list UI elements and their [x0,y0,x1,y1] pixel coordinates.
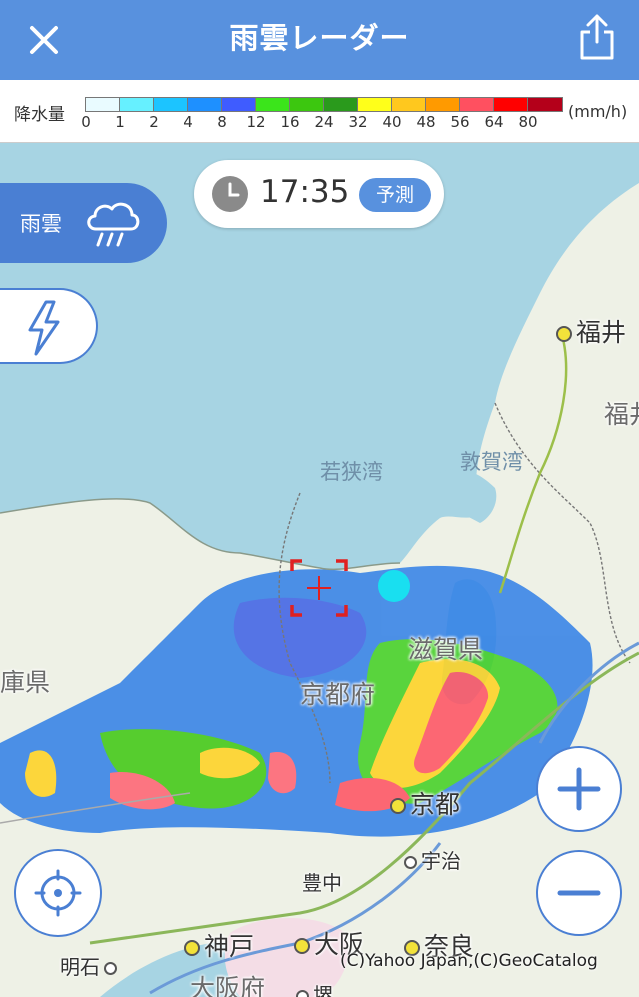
legend-tick: 24 [314,113,334,131]
app-header: 雨雲レーダー [0,0,639,80]
map-label-sakai: 堺 [296,979,333,997]
legend-tick: 2 [149,113,159,131]
legend-swatch [358,98,392,111]
legend-tick: 12 [246,113,266,131]
share-icon[interactable] [577,12,617,62]
zoom-out-button[interactable] [536,850,622,936]
legend-color-scale [85,97,563,112]
legend-tick: 56 [450,113,470,131]
page-title: 雨雲レーダー [229,21,410,55]
legend-swatch [324,98,358,111]
map-label-uji: 宇治 [404,845,461,874]
legend-swatch [188,98,222,111]
legend-swatch [460,98,494,111]
map-label-toyonaka: 豊中 [302,871,342,895]
legend-unit: (mm/h) [568,102,628,121]
legend-tick: 48 [416,113,436,131]
legend-swatch [494,98,528,111]
legend-tick: 16 [280,113,300,131]
map-label-kobe: 神戸 [184,927,254,963]
legend-swatch [392,98,426,111]
legend-tick: 64 [484,113,504,131]
legend-tick: 0 [81,113,91,131]
legend-tick: 32 [348,113,368,131]
current-location-dot [378,570,410,602]
map-label-osaka-pref: 大阪府 [190,974,266,997]
legend-swatch [426,98,460,111]
legend-tick: 40 [382,113,402,131]
map-label-tsuruga-bay: 敦賀湾 [460,450,523,474]
forecast-time: 17:35 [260,174,350,210]
legend-swatch [256,98,290,111]
legend-tick: 4 [183,113,193,131]
legend-tick: 80 [518,113,538,131]
map-label-shiga: 滋賀県 [408,635,484,664]
rain-cloud-layer-button[interactable]: 雨雲 [0,183,167,263]
rain-cloud-icon [87,202,140,247]
legend-ticks: 0 1 2 4 8 12 16 24 32 40 48 56 64 80 [0,113,639,133]
legend-swatch [290,98,324,111]
zoom-in-button[interactable] [536,746,622,832]
lightning-icon [28,300,60,356]
map-credit: (C)Yahoo Japan,(C)GeoCatalog [340,951,598,971]
legend-tick: 1 [115,113,125,131]
time-control[interactable]: 17:35 予測 [194,160,444,228]
map-label-fukui-pref: 福井 [604,400,639,429]
legend-tick: 8 [217,113,227,131]
lightning-layer-button[interactable] [0,288,98,364]
current-location-button[interactable] [14,849,102,937]
rain-cloud-label: 雨雲 [20,212,62,236]
forecast-badge[interactable]: 予測 [359,178,431,212]
legend-swatch [154,98,188,111]
legend-swatch [120,98,154,111]
legend-swatch [222,98,256,111]
precipitation-legend: 降水量 0 1 2 4 8 12 16 24 32 40 48 56 64 80 (mm/h) [0,80,639,143]
locate-icon [34,869,82,917]
map-label-hyogo: 庫県 [0,668,51,697]
map-label-kyoto: 京都 [390,785,460,821]
map-label-kyoto-pref: 京都府 [300,680,376,709]
map-label-akashi: 明石 [60,951,121,980]
legend-swatch [528,98,562,111]
map-label-fukui: 福井 [556,313,626,349]
clock-icon [212,176,248,212]
legend-swatch [86,98,120,111]
minus-icon [557,890,601,896]
map-label-wakasa-bay: 若狭湾 [320,460,383,484]
plus-icon [557,767,601,811]
